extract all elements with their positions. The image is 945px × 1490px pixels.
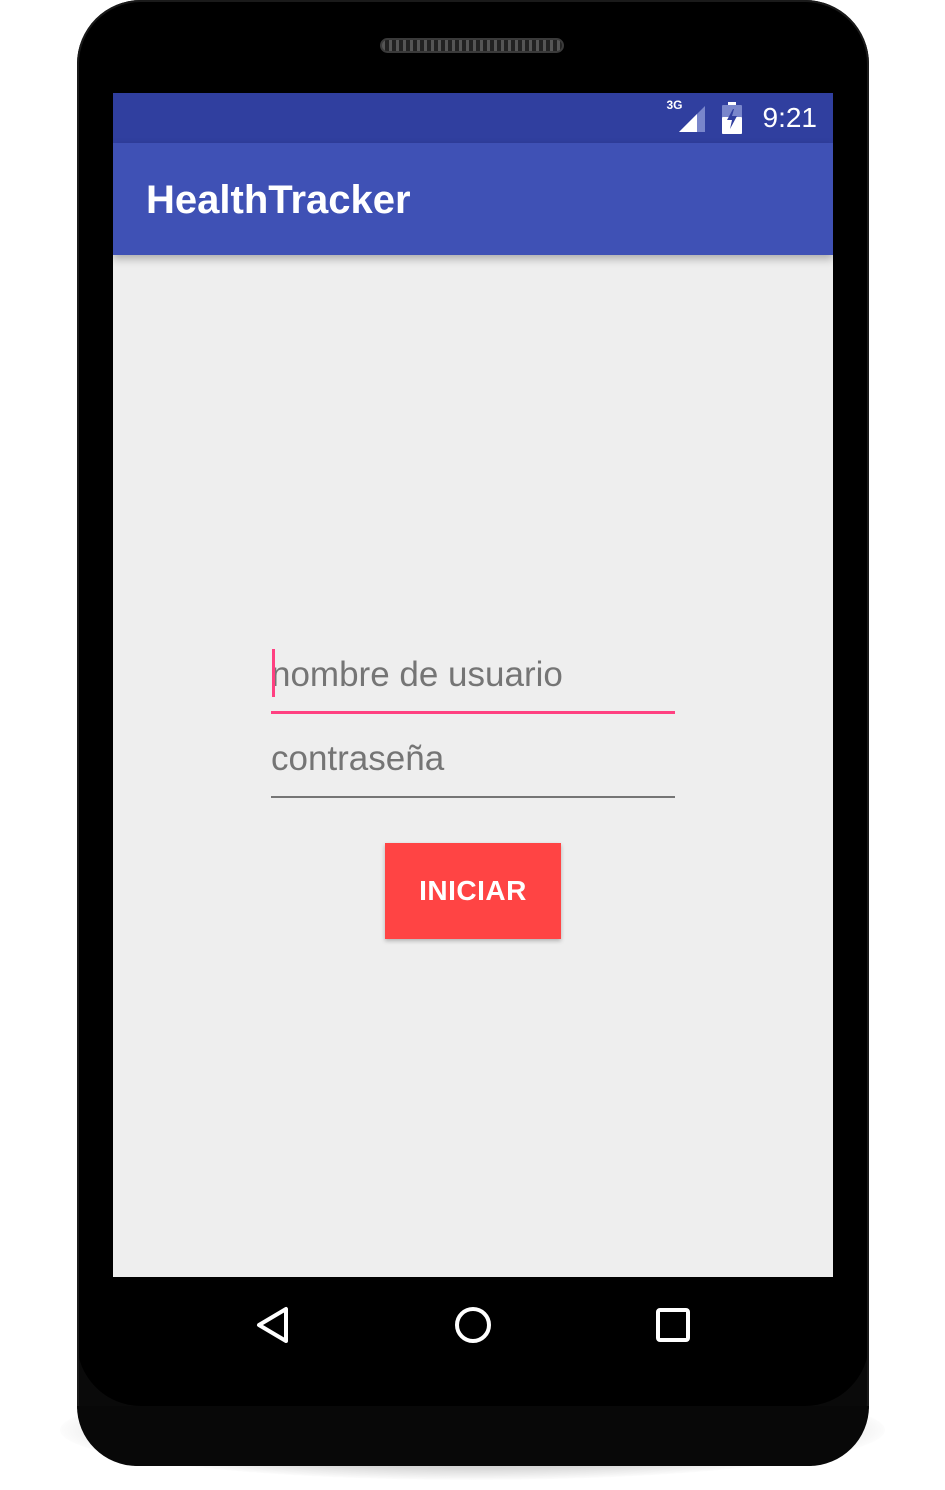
device-stage: 3G 9:21 HealthTracker nombre de usuario … bbox=[0, 0, 945, 1490]
login-button[interactable]: INICIAR bbox=[385, 843, 561, 939]
status-time: 9:21 bbox=[762, 102, 818, 133]
recents-icon[interactable] bbox=[651, 1303, 695, 1347]
login-form bbox=[271, 638, 675, 806]
phone-chin bbox=[77, 1406, 869, 1466]
app-toolbar: HealthTracker bbox=[113, 143, 833, 255]
password-field[interactable] bbox=[271, 722, 675, 798]
app-screen: 3G 9:21 HealthTracker nombre de usuario … bbox=[113, 93, 833, 1277]
username-underline bbox=[271, 711, 675, 714]
text-cursor bbox=[272, 649, 275, 697]
username-field[interactable] bbox=[271, 638, 675, 714]
password-underline bbox=[271, 796, 675, 798]
battery-charging-icon bbox=[721, 102, 743, 134]
status-bar: 3G 9:21 bbox=[113, 93, 833, 143]
app-title: HealthTracker bbox=[146, 178, 411, 222]
username-input[interactable] bbox=[271, 638, 675, 712]
signal-icon: 3G bbox=[667, 98, 707, 134]
back-icon[interactable] bbox=[251, 1303, 295, 1347]
phone-frame: 3G 9:21 HealthTracker nombre de usuario … bbox=[77, 0, 869, 1466]
network-type-label: 3G bbox=[666, 98, 683, 112]
earpiece-speaker bbox=[380, 38, 564, 53]
navigation-bar bbox=[113, 1277, 833, 1373]
password-input[interactable] bbox=[271, 722, 675, 796]
home-icon[interactable] bbox=[451, 1303, 495, 1347]
status-icons: 3G 9:21 bbox=[667, 93, 818, 143]
